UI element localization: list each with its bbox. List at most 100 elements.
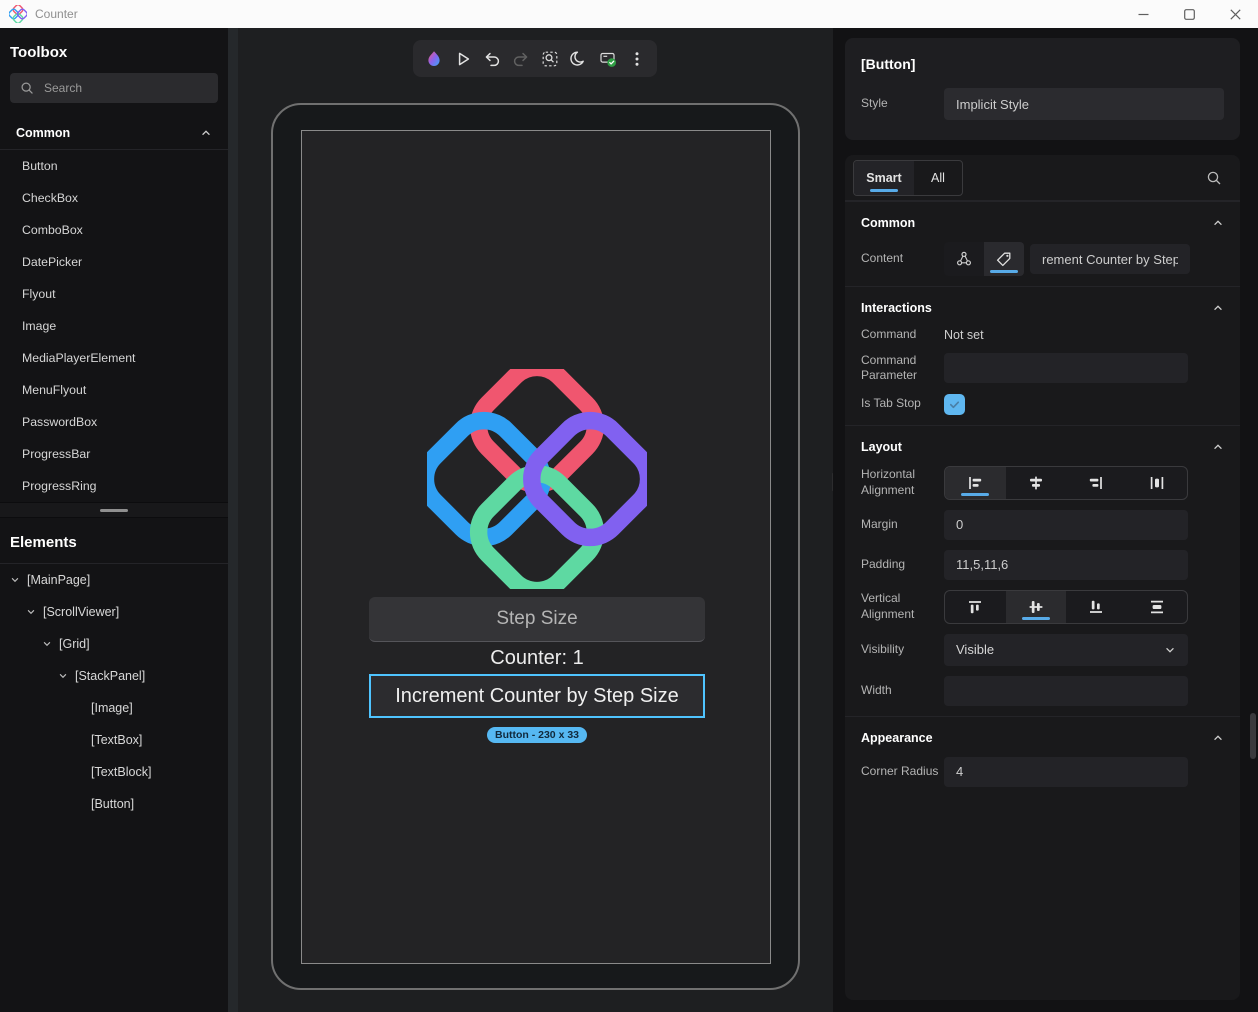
tag-icon: [996, 252, 1011, 267]
selected-element-card: [Button] Style: [845, 38, 1240, 140]
play-button[interactable]: [450, 46, 476, 72]
tree-item-textbox[interactable]: [TextBox]: [0, 724, 228, 756]
is-tab-stop-checkbox[interactable]: [944, 393, 965, 415]
tab-group: Smart All: [853, 159, 963, 196]
toolbox-item-menuflyout[interactable]: MenuFlyout: [0, 374, 228, 406]
maximize-button[interactable]: [1166, 0, 1212, 28]
chevron-down-icon[interactable]: [42, 639, 59, 649]
toolbox-item-flyout[interactable]: Flyout: [0, 278, 228, 310]
counter-textblock[interactable]: Counter: 1: [302, 647, 772, 670]
toolbox-item-combobox[interactable]: ComboBox: [0, 214, 228, 246]
chevron-up-icon: [202, 130, 210, 136]
uno-platform-logo[interactable]: [427, 369, 647, 589]
binding-icon: [956, 251, 971, 266]
content-label: Content: [861, 251, 904, 266]
margin-input[interactable]: [944, 509, 1188, 540]
search-input[interactable]: [44, 81, 194, 95]
chevron-down-icon[interactable]: [58, 671, 75, 681]
selection-size-badge: Button - 230 x 33: [486, 727, 588, 743]
style-input[interactable]: [944, 88, 1224, 120]
redo-icon: [513, 52, 527, 66]
redo-button[interactable]: [508, 46, 534, 72]
section-appearance-header[interactable]: Appearance: [845, 717, 1240, 757]
tree-item-mainpage[interactable]: [MainPage]: [0, 564, 228, 596]
maximize-icon: [1183, 8, 1195, 20]
section-interactions-header[interactable]: Interactions: [845, 287, 1240, 327]
vertical-alignment-group: [944, 589, 1188, 624]
step-size-textbox[interactable]: Step Size: [369, 597, 705, 642]
width-label: Width: [861, 682, 892, 697]
halign-right-icon: [1090, 476, 1103, 489]
section-common: Common Content: [845, 201, 1240, 286]
content-literal-toggle[interactable]: [984, 242, 1024, 276]
settings-status-button[interactable]: [595, 46, 621, 72]
content-input[interactable]: [1030, 244, 1190, 274]
halign-center-button[interactable]: [1006, 467, 1067, 499]
toolbox-search[interactable]: [10, 73, 218, 103]
content-binding-toggle[interactable]: [944, 242, 984, 276]
app-window: Counter Toolbox Common Butto: [0, 0, 1258, 1012]
toolbox-item-progressring[interactable]: ProgressRing: [0, 470, 228, 502]
panel-splitter[interactable]: [0, 502, 228, 518]
titlebar: Counter: [0, 0, 1258, 28]
command-value[interactable]: Not set: [944, 328, 984, 342]
toolbox-item-passwordbox[interactable]: PasswordBox: [0, 406, 228, 438]
halign-left-button[interactable]: [945, 466, 1006, 499]
corner-radius-input[interactable]: [944, 756, 1188, 787]
toolbox-group-common[interactable]: Common: [0, 117, 228, 150]
play-icon: [458, 52, 469, 65]
tree-item-scrollviewer[interactable]: [ScrollViewer]: [0, 596, 228, 628]
properties-search-icon[interactable]: [1206, 170, 1222, 186]
check-icon: [949, 401, 960, 408]
tree-item-image[interactable]: [Image]: [0, 692, 228, 724]
tree-item-textblock[interactable]: [TextBlock]: [0, 756, 228, 788]
visibility-select[interactable]: Visible: [944, 633, 1188, 666]
undo-button[interactable]: [479, 46, 505, 72]
command-parameter-input[interactable]: [944, 353, 1188, 384]
tree-item-button[interactable]: [Button]: [0, 788, 228, 820]
valign-top-button[interactable]: [945, 591, 1006, 623]
zoom-selection-button[interactable]: [537, 46, 563, 72]
moon-icon: [569, 50, 584, 66]
section-interactions: Interactions Command Not set Command Par…: [845, 286, 1240, 425]
width-input[interactable]: [944, 675, 1188, 706]
vertical-alignment-label: Vertical Alignment: [861, 591, 915, 621]
toolbox-item-datepicker[interactable]: DatePicker: [0, 246, 228, 278]
increment-button-selected[interactable]: Increment Counter by Step Size: [369, 674, 705, 718]
valign-bottom-button[interactable]: [1066, 591, 1127, 623]
settings-check-icon: [599, 52, 616, 67]
tab-smart[interactable]: Smart: [854, 160, 914, 195]
app-logo-icon: [9, 5, 27, 23]
hot-reload-flame-icon: [427, 50, 440, 66]
more-options-button[interactable]: [624, 46, 650, 72]
toolbox-item-image[interactable]: Image: [0, 310, 228, 342]
toolbox-item-button[interactable]: Button: [0, 150, 228, 182]
padding-input[interactable]: [944, 549, 1188, 580]
chevron-down-icon[interactable]: [10, 575, 27, 585]
halign-right-button[interactable]: [1066, 467, 1127, 499]
tree-item-grid[interactable]: [Grid]: [0, 628, 228, 660]
properties-card: Smart All Common Content rement Counter …: [845, 155, 1240, 1000]
hot-reload-button[interactable]: [421, 46, 447, 72]
toolbox-item-progressbar[interactable]: ProgressBar: [0, 438, 228, 470]
sidebar-gutter[interactable]: [228, 28, 238, 1012]
device-screen[interactable]: Step Size Counter: 1 Increment Counter b…: [301, 130, 771, 964]
valign-center-icon: [1029, 600, 1043, 613]
minimize-button[interactable]: [1120, 0, 1166, 28]
section-layout-header[interactable]: Layout: [845, 426, 1240, 466]
valign-stretch-button[interactable]: [1127, 591, 1188, 623]
chevron-down-icon[interactable]: [26, 607, 43, 617]
minimize-icon: [1138, 13, 1148, 15]
undo-icon: [485, 52, 499, 66]
tree-item-stackpanel[interactable]: [StackPanel]: [0, 660, 228, 692]
theme-toggle-button[interactable]: [566, 46, 592, 72]
close-button[interactable]: [1212, 0, 1258, 28]
halign-stretch-button[interactable]: [1127, 467, 1188, 499]
valign-center-button[interactable]: [1005, 590, 1066, 623]
toolbox-item-checkbox[interactable]: CheckBox: [0, 182, 228, 214]
tab-all[interactable]: All: [914, 161, 962, 195]
toolbox-item-mediaplayerelement[interactable]: MediaPlayerElement: [0, 342, 228, 374]
device-frame: Step Size Counter: 1 Increment Counter b…: [271, 103, 800, 990]
section-common-header[interactable]: Common: [845, 202, 1240, 242]
scrollbar-thumb[interactable]: [1250, 713, 1256, 759]
